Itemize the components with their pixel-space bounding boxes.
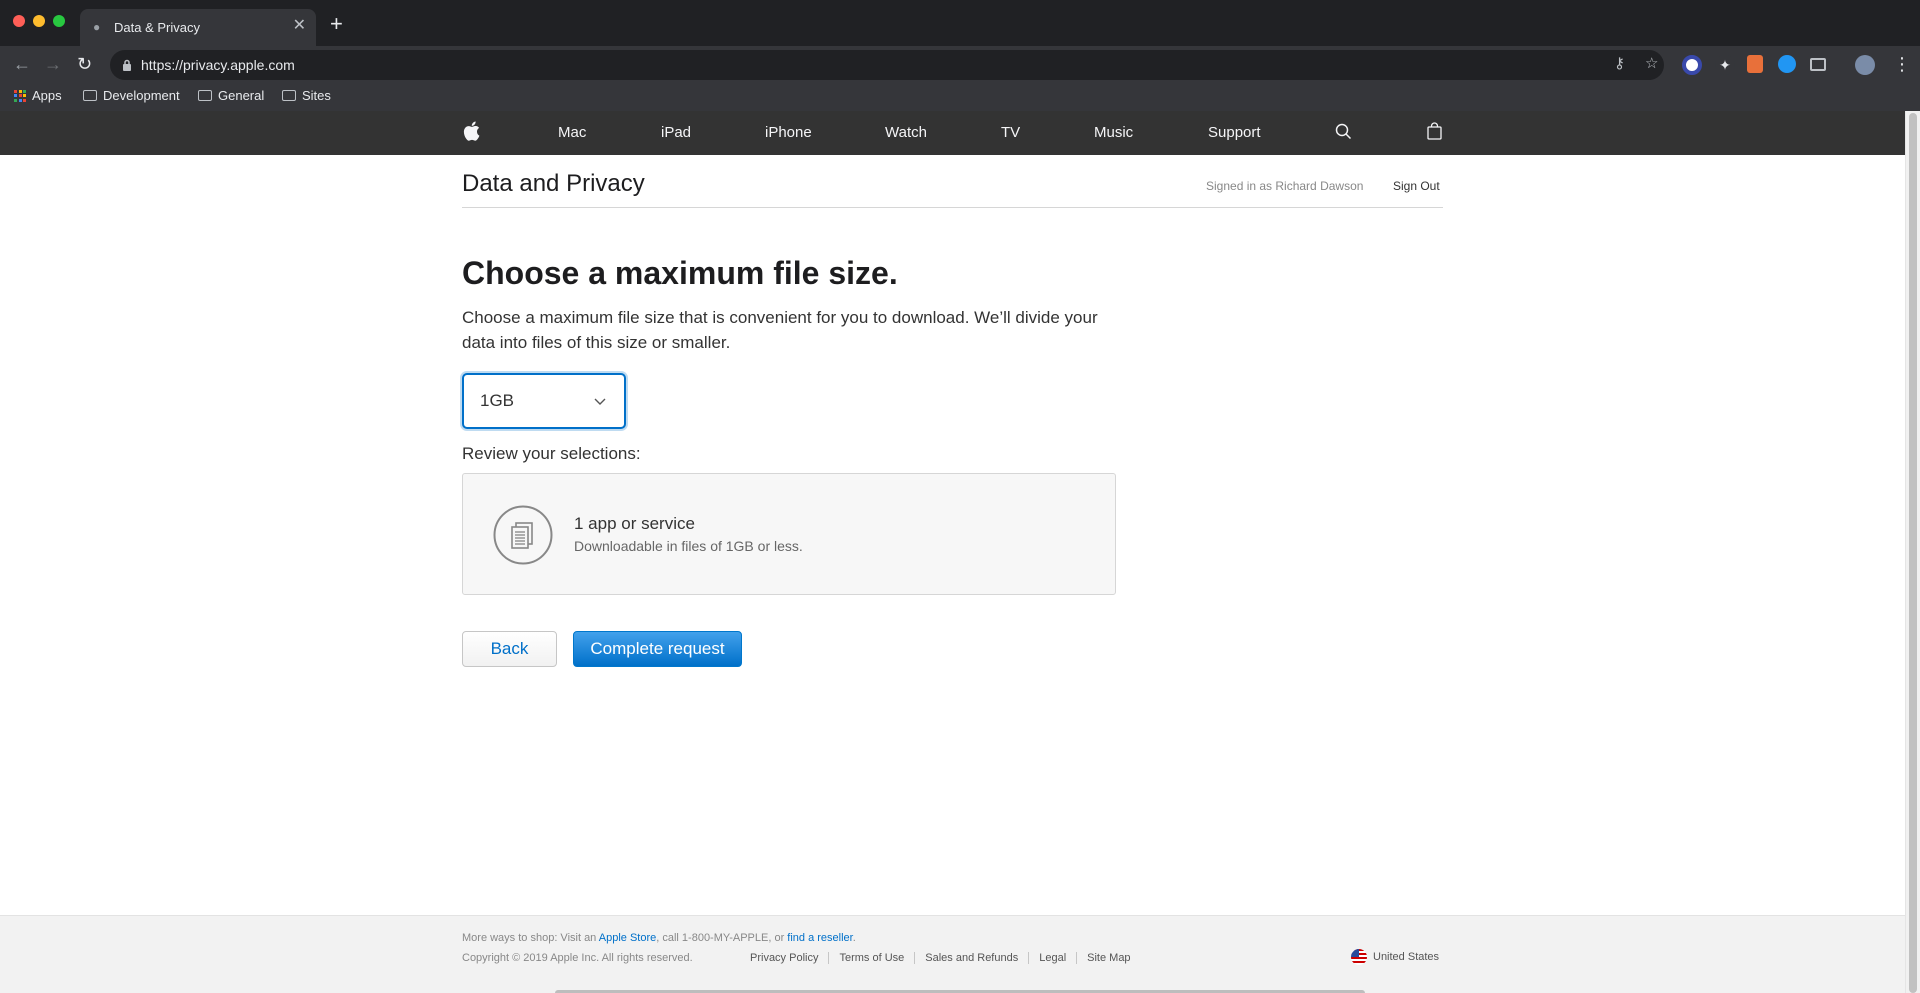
extension-2-icon[interactable]: ✦ xyxy=(1715,55,1735,75)
extension-3-icon[interactable] xyxy=(1747,55,1763,73)
site-map-link[interactable]: Site Map xyxy=(1076,952,1140,964)
nav-watch[interactable]: Watch xyxy=(885,124,927,141)
shop-prefix: More ways to shop: Visit an xyxy=(462,932,597,944)
apple-favicon-icon: ● xyxy=(93,20,101,34)
scroll-thumb[interactable] xyxy=(1909,113,1917,993)
copyright: Copyright © 2019 Apple Inc. All rights r… xyxy=(462,952,693,964)
bookmark-development[interactable]: Development xyxy=(83,88,180,103)
card-title: 1 app or service xyxy=(574,514,695,533)
browser-tab[interactable]: ● Data & Privacy ✕ xyxy=(80,9,316,46)
section-description: Choose a maximum file size that is conve… xyxy=(462,308,1098,352)
tab-strip: ● Data & Privacy ✕ + xyxy=(0,0,1920,46)
file-size-value: 1GB xyxy=(480,391,515,410)
folder-icon xyxy=(198,90,212,101)
nav-ipad[interactable]: iPad xyxy=(661,124,691,141)
back-arrow-icon[interactable]: ← xyxy=(13,54,31,74)
nav-music[interactable]: Music xyxy=(1094,124,1133,141)
terms-of-use-link[interactable]: Terms of Use xyxy=(828,952,914,964)
reload-icon[interactable]: ↻ xyxy=(77,54,92,74)
folder-icon xyxy=(282,90,296,101)
apple-logo-icon[interactable] xyxy=(463,121,480,145)
bookmarks-bar: Apps Development General Sites xyxy=(0,84,1920,111)
shopping-bag-icon[interactable] xyxy=(1427,122,1442,144)
legal-link[interactable]: Legal xyxy=(1028,952,1076,964)
page-scrollbar[interactable] xyxy=(1905,111,1920,993)
main-content: Data and Privacy Signed in as Richard Da… xyxy=(0,155,1905,915)
header-divider xyxy=(462,207,1443,208)
section-heading: Choose a maximum file size. xyxy=(462,255,898,291)
page-title: Data and Privacy xyxy=(462,170,645,197)
minimize-window-button[interactable] xyxy=(33,15,45,27)
bookmark-label: General xyxy=(218,88,265,103)
page-footer: More ways to shop: Visit an Apple Store,… xyxy=(0,915,1905,993)
folder-icon xyxy=(83,90,97,101)
complete-request-button[interactable]: Complete request xyxy=(573,631,742,667)
country-label: United States xyxy=(1373,951,1440,963)
key-icon[interactable]: ⚷ xyxy=(1614,56,1625,72)
apple-store-link[interactable]: Apple Store xyxy=(599,932,656,944)
zoom-window-button[interactable] xyxy=(53,15,65,27)
profile-avatar[interactable] xyxy=(1855,55,1875,75)
forward-arrow-icon[interactable]: → xyxy=(44,54,62,74)
star-icon[interactable]: ☆ xyxy=(1645,56,1658,72)
menu-kebab-icon[interactable]: ⋮ xyxy=(1893,54,1911,74)
shop-info: More ways to shop: Visit an Apple Store,… xyxy=(462,932,856,944)
new-tab-icon[interactable]: + xyxy=(330,13,343,35)
close-tab-icon[interactable]: ✕ xyxy=(293,18,306,34)
extension-5-icon[interactable] xyxy=(1810,58,1826,71)
extension-4-icon[interactable] xyxy=(1778,55,1796,73)
apps-grid-icon xyxy=(14,89,26,102)
sign-out-link[interactable]: Sign Out xyxy=(1393,179,1440,193)
bookmark-apps[interactable]: Apps xyxy=(14,88,62,103)
privacy-policy-link[interactable]: Privacy Policy xyxy=(740,952,828,964)
tab-title: Data & Privacy xyxy=(114,20,200,35)
nav-tv[interactable]: TV xyxy=(1001,124,1020,141)
find-reseller-link[interactable]: find a reseller xyxy=(787,932,852,944)
review-label: Review your selections: xyxy=(462,444,641,463)
browser-chrome: ● Data & Privacy ✕ + ← → ↻ https://priva… xyxy=(0,0,1920,111)
bookmark-sites[interactable]: Sites xyxy=(282,88,331,103)
back-button[interactable]: Back xyxy=(462,631,557,667)
bookmark-label: Sites xyxy=(302,88,331,103)
close-window-button[interactable] xyxy=(13,15,25,27)
shop-suffix: . xyxy=(852,932,856,944)
apple-global-nav: Mac iPad iPhone Watch TV Music Support xyxy=(0,111,1905,155)
signed-in-label: Signed in as Richard Dawson xyxy=(1206,179,1364,193)
nav-support[interactable]: Support xyxy=(1208,124,1261,141)
selection-summary-card: 1 app or service Downloadable in files o… xyxy=(462,473,1116,595)
address-bar[interactable]: https://privacy.apple.com ⚷ ☆ xyxy=(110,50,1664,80)
footer-links: Privacy Policy Terms of Use Sales and Re… xyxy=(740,952,1141,964)
nav-mac[interactable]: Mac xyxy=(558,124,586,141)
file-size-select[interactable]: 1GB xyxy=(462,373,626,429)
lock-icon xyxy=(122,58,132,76)
search-icon[interactable] xyxy=(1335,123,1352,144)
sales-refunds-link[interactable]: Sales and Refunds xyxy=(914,952,1028,964)
extension-1-icon[interactable] xyxy=(1682,55,1702,75)
documents-icon xyxy=(493,505,553,570)
us-flag-icon xyxy=(1351,949,1367,965)
browser-toolbar: ← → ↻ https://privacy.apple.com ⚷ ☆ ✦ ⋮ xyxy=(0,46,1920,84)
nav-iphone[interactable]: iPhone xyxy=(765,124,812,141)
country-selector[interactable]: United States xyxy=(1351,949,1439,965)
card-subtitle: Downloadable in files of 1GB or less. xyxy=(574,538,803,554)
bookmark-label: Apps xyxy=(32,88,62,103)
shop-middle: , call 1-800-MY-APPLE, or xyxy=(656,932,785,944)
bookmark-general[interactable]: General xyxy=(198,88,264,103)
chevron-down-icon xyxy=(594,393,606,411)
url-text: https://privacy.apple.com xyxy=(141,57,295,73)
bookmark-label: Development xyxy=(103,88,180,103)
